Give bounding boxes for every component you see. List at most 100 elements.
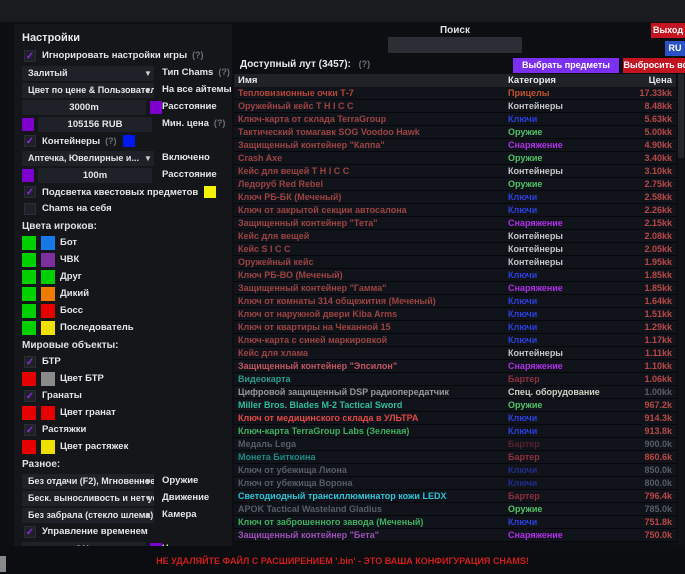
color-swatch[interactable] (41, 406, 55, 420)
color-swatch[interactable] (41, 253, 55, 267)
item-price-cell: 750.0k (620, 529, 676, 541)
color-swatch[interactable] (22, 270, 36, 284)
table-row[interactable]: Кейс для вещейКонтейнеры2.08kk (234, 230, 676, 243)
select-kappa-items-button[interactable]: Выбрать предметы каппа (513, 58, 619, 73)
table-row[interactable]: Crash AxeОружие3.40kk (234, 152, 676, 165)
checkbox[interactable]: ✓ (24, 390, 36, 402)
table-row[interactable]: Цифровой защищенный DSP радиопередатчикС… (234, 386, 676, 399)
color-swatch[interactable] (22, 253, 36, 267)
color-swatch[interactable] (41, 287, 55, 301)
color-swatch[interactable] (22, 304, 36, 318)
table-row[interactable]: APOK Tactical Wasteland GladiusОружие785… (234, 503, 676, 516)
table-row[interactable]: Защищенный контейнер "Каппа"Снаряжение4.… (234, 139, 676, 152)
color-swatch[interactable] (204, 186, 216, 198)
item-price-cell: 914.3k (620, 412, 676, 424)
side-drag-tab[interactable] (0, 556, 6, 572)
table-row[interactable]: Тепловизионные очки Т-7Прицелы17.33kk (234, 87, 676, 100)
language-button[interactable]: RU (665, 41, 685, 56)
table-row[interactable]: Защищенный контейнер "Бета"Снаряжение750… (234, 529, 676, 542)
color-swatch[interactable] (41, 270, 55, 284)
item-price-cell: 17.33kk (620, 87, 676, 99)
checkbox[interactable]: ✓ (24, 50, 36, 62)
table-row[interactable]: Защищенный контейнер "Эпсилон"Снаряжение… (234, 360, 676, 373)
table-row[interactable]: Ключ от наружной двери Kiba ArmsКлючи1.5… (234, 308, 676, 321)
dropdown[interactable]: Без отдачи (F2), Мгновенное п (22, 474, 154, 489)
value-input[interactable]: 105156 RUB (38, 117, 152, 132)
checkbox[interactable]: ✓ (24, 186, 36, 198)
table-row[interactable]: Ключ от квартиры на Чеканной 15Ключи1.29… (234, 321, 676, 334)
table-row[interactable]: Ключ от убежища ВоронаКлючи800.0k (234, 477, 676, 490)
color-swatch[interactable] (22, 287, 36, 301)
table-row[interactable]: Светодиодный трансиллюминатор кожи LEDXБ… (234, 490, 676, 503)
table-row[interactable]: Ключ от заброшенного завода (Меченый)Клю… (234, 516, 676, 529)
item-category-cell: Оружие (508, 178, 620, 190)
color-swatch[interactable] (41, 440, 55, 454)
table-row[interactable]: Ключ-карта с синей маркировкойКлючи1.17k… (234, 334, 676, 347)
item-category-cell: Ключи (508, 191, 620, 203)
table-row[interactable]: Ключ-карта от склада TerraGroupКлючи5.63… (234, 113, 676, 126)
item-name-cell: Видеокарта (234, 373, 508, 385)
table-scrollbar-track[interactable] (678, 74, 684, 546)
table-row[interactable]: Кейс для вещей T H I C CКонтейнеры3.10kk (234, 165, 676, 178)
table-row[interactable]: Ключ от закрытой секции автосалонаКлючи2… (234, 204, 676, 217)
checkbox[interactable]: ✓ (24, 526, 36, 538)
table-row[interactable]: Ключ-карта TerraGroup Labs (Зеленая)Ключ… (234, 425, 676, 438)
table-row[interactable]: Ключ РБ-БК (Меченый)Ключи2.58kk (234, 191, 676, 204)
column-header-category[interactable]: Категория (508, 74, 620, 87)
column-header-name[interactable]: Имя (234, 74, 508, 87)
checkbox[interactable]: ✓ (24, 424, 36, 436)
color-swatch[interactable] (41, 321, 55, 335)
color-swatch[interactable] (22, 372, 36, 386)
color-swatch[interactable] (22, 440, 36, 454)
color-swatch[interactable] (22, 118, 34, 131)
help-icon[interactable]: (?) (218, 67, 230, 77)
color-swatch[interactable] (150, 101, 162, 114)
color-swatch[interactable] (123, 135, 135, 147)
help-icon[interactable]: (?) (214, 118, 226, 128)
table-row[interactable]: Медаль LegaБартер900.0k (234, 438, 676, 451)
dropdown[interactable]: Цвет по цене & Пользователь (22, 83, 154, 98)
dropdown[interactable]: Без забрала (стекло шлема) (22, 508, 154, 523)
table-row[interactable]: Оружейный кейс T H I C CКонтейнеры8.48kk (234, 100, 676, 113)
dropdown[interactable]: Беск. выносливость и нет уста (22, 491, 154, 506)
table-row[interactable]: Кейс для хламаКонтейнеры1.11kk (234, 347, 676, 360)
table-row[interactable]: Монета БиткоинаБартер860.6k (234, 451, 676, 464)
table-row[interactable]: Ключ от комнаты 314 общежития (Меченый)К… (234, 295, 676, 308)
value-input[interactable]: 3000m (22, 100, 146, 115)
item-name-cell: Монета Биткоина (234, 451, 508, 463)
dropdown[interactable]: Залитый (22, 66, 154, 81)
color-swatch[interactable] (22, 321, 36, 335)
table-row[interactable]: Ключ от убежища ЛионаКлючи850.0k (234, 464, 676, 477)
value-input[interactable]: 100m (38, 168, 152, 183)
checkbox[interactable]: ✓ (24, 356, 36, 368)
checkbox[interactable] (24, 203, 36, 215)
color-swatch[interactable] (41, 372, 55, 386)
checkbox-label: Управление временем (42, 526, 148, 537)
color-swatch[interactable] (22, 406, 36, 420)
table-row[interactable]: Защищенный контейнер "Тета"Снаряжение2.1… (234, 217, 676, 230)
color-swatch[interactable] (22, 236, 36, 250)
drop-all-button[interactable]: Выбросить все (623, 58, 685, 73)
table-row[interactable]: Защищенный контейнер "Гамма"Снаряжение1.… (234, 282, 676, 295)
color-swatch[interactable] (22, 169, 34, 182)
table-scrollbar-thumb[interactable] (678, 74, 684, 158)
table-row[interactable]: Miller Bros. Blades M-2 Tactical SwordОр… (234, 399, 676, 412)
table-row[interactable]: Тактический томагавк SOG Voodoo HawkОруж… (234, 126, 676, 139)
table-row[interactable]: ВидеокартаБартер1.06kk (234, 373, 676, 386)
table-row[interactable]: Ключ РБ-ВО (Меченый)Ключи1.85kk (234, 269, 676, 282)
exit-button[interactable]: Выход (651, 23, 685, 38)
table-row[interactable]: Оружейный кейсКонтейнеры1.95kk (234, 256, 676, 269)
loot-count-label: Доступный лут (3457): (?) (240, 59, 370, 70)
column-header-price[interactable]: Цена (620, 74, 676, 87)
table-row[interactable]: Кейс S I C CКонтейнеры2.05kk (234, 243, 676, 256)
dropdown[interactable]: Аптечка, Ювелирные и... (22, 151, 154, 166)
table-row[interactable]: Ледоруб Red RebelОружие2.75kk (234, 178, 676, 191)
color-swatch[interactable] (41, 236, 55, 250)
help-icon[interactable]: (?) (192, 50, 204, 60)
search-input[interactable] (388, 37, 522, 53)
help-icon[interactable]: (?) (105, 136, 117, 146)
color-swatch[interactable] (41, 304, 55, 318)
checkbox[interactable]: ✓ (24, 135, 36, 147)
table-row[interactable]: Ключ от медицинского склада в УЛЬТРАКлюч… (234, 412, 676, 425)
item-name-cell: Miller Bros. Blades M-2 Tactical Sword (234, 399, 508, 411)
